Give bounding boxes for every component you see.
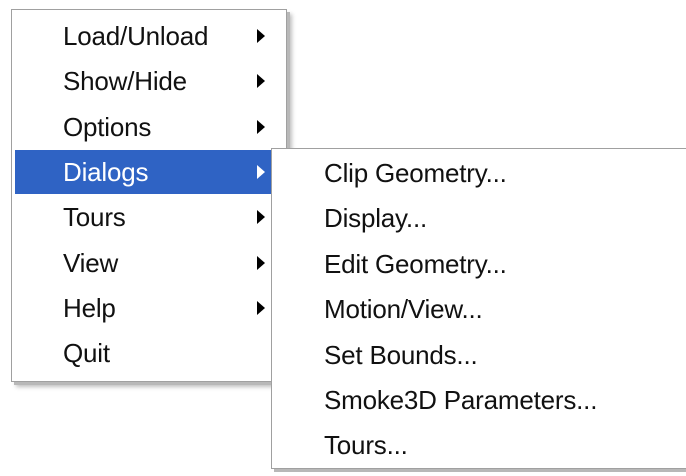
submenu-arrow-icon: [257, 120, 265, 134]
submenu-item-motion-view[interactable]: Motion/View...: [275, 287, 686, 331]
main-context-menu: Load/Unload Show/Hide Options Dialogs To…: [11, 9, 287, 382]
menu-item-label: Edit Geometry...: [324, 248, 507, 279]
menu-item-label: Set Bounds...: [324, 339, 478, 370]
menu-item-quit[interactable]: Quit: [15, 331, 283, 375]
menu-item-label: Quit: [63, 337, 110, 368]
submenu-arrow-icon: [257, 301, 265, 315]
dialogs-submenu: Clip Geometry... Display... Edit Geometr…: [271, 148, 686, 469]
menu-item-view[interactable]: View: [15, 241, 283, 285]
menu-item-load-unload[interactable]: Load/Unload: [15, 14, 283, 58]
menu-item-show-hide[interactable]: Show/Hide: [15, 59, 283, 103]
menu-item-options[interactable]: Options: [15, 105, 283, 149]
menu-item-label: Dialogs: [63, 156, 149, 187]
submenu-arrow-icon: [257, 210, 265, 224]
submenu-arrow-icon: [257, 74, 265, 88]
submenu-item-tours[interactable]: Tours...: [275, 423, 686, 467]
menu-item-label: Options: [63, 111, 152, 142]
submenu-item-display[interactable]: Display...: [275, 196, 686, 240]
menu-item-label: Display...: [324, 202, 427, 233]
menu-item-label: Motion/View...: [324, 293, 483, 324]
submenu-item-clip-geometry[interactable]: Clip Geometry...: [275, 151, 686, 195]
submenu-item-smoke3d-parameters[interactable]: Smoke3D Parameters...: [275, 378, 686, 422]
submenu-arrow-icon: [257, 165, 265, 179]
submenu-item-set-bounds[interactable]: Set Bounds...: [275, 333, 686, 377]
menu-item-label: Smoke3D Parameters...: [324, 384, 598, 415]
submenu-arrow-icon: [257, 256, 265, 270]
menu-item-label: Clip Geometry...: [324, 157, 507, 188]
menu-item-tours[interactable]: Tours: [15, 195, 283, 239]
menu-item-label: Tours: [63, 201, 126, 232]
menu-item-dialogs[interactable]: Dialogs: [15, 150, 283, 194]
menu-item-label: Load/Unload: [63, 20, 209, 51]
submenu-item-edit-geometry[interactable]: Edit Geometry...: [275, 242, 686, 286]
menu-item-label: View: [63, 247, 119, 278]
menu-item-label: Help: [63, 292, 116, 323]
submenu-arrow-icon: [257, 29, 265, 43]
menu-item-label: Show/Hide: [63, 65, 187, 96]
menu-item-label: Tours...: [324, 429, 408, 460]
menu-item-help[interactable]: Help: [15, 286, 283, 330]
